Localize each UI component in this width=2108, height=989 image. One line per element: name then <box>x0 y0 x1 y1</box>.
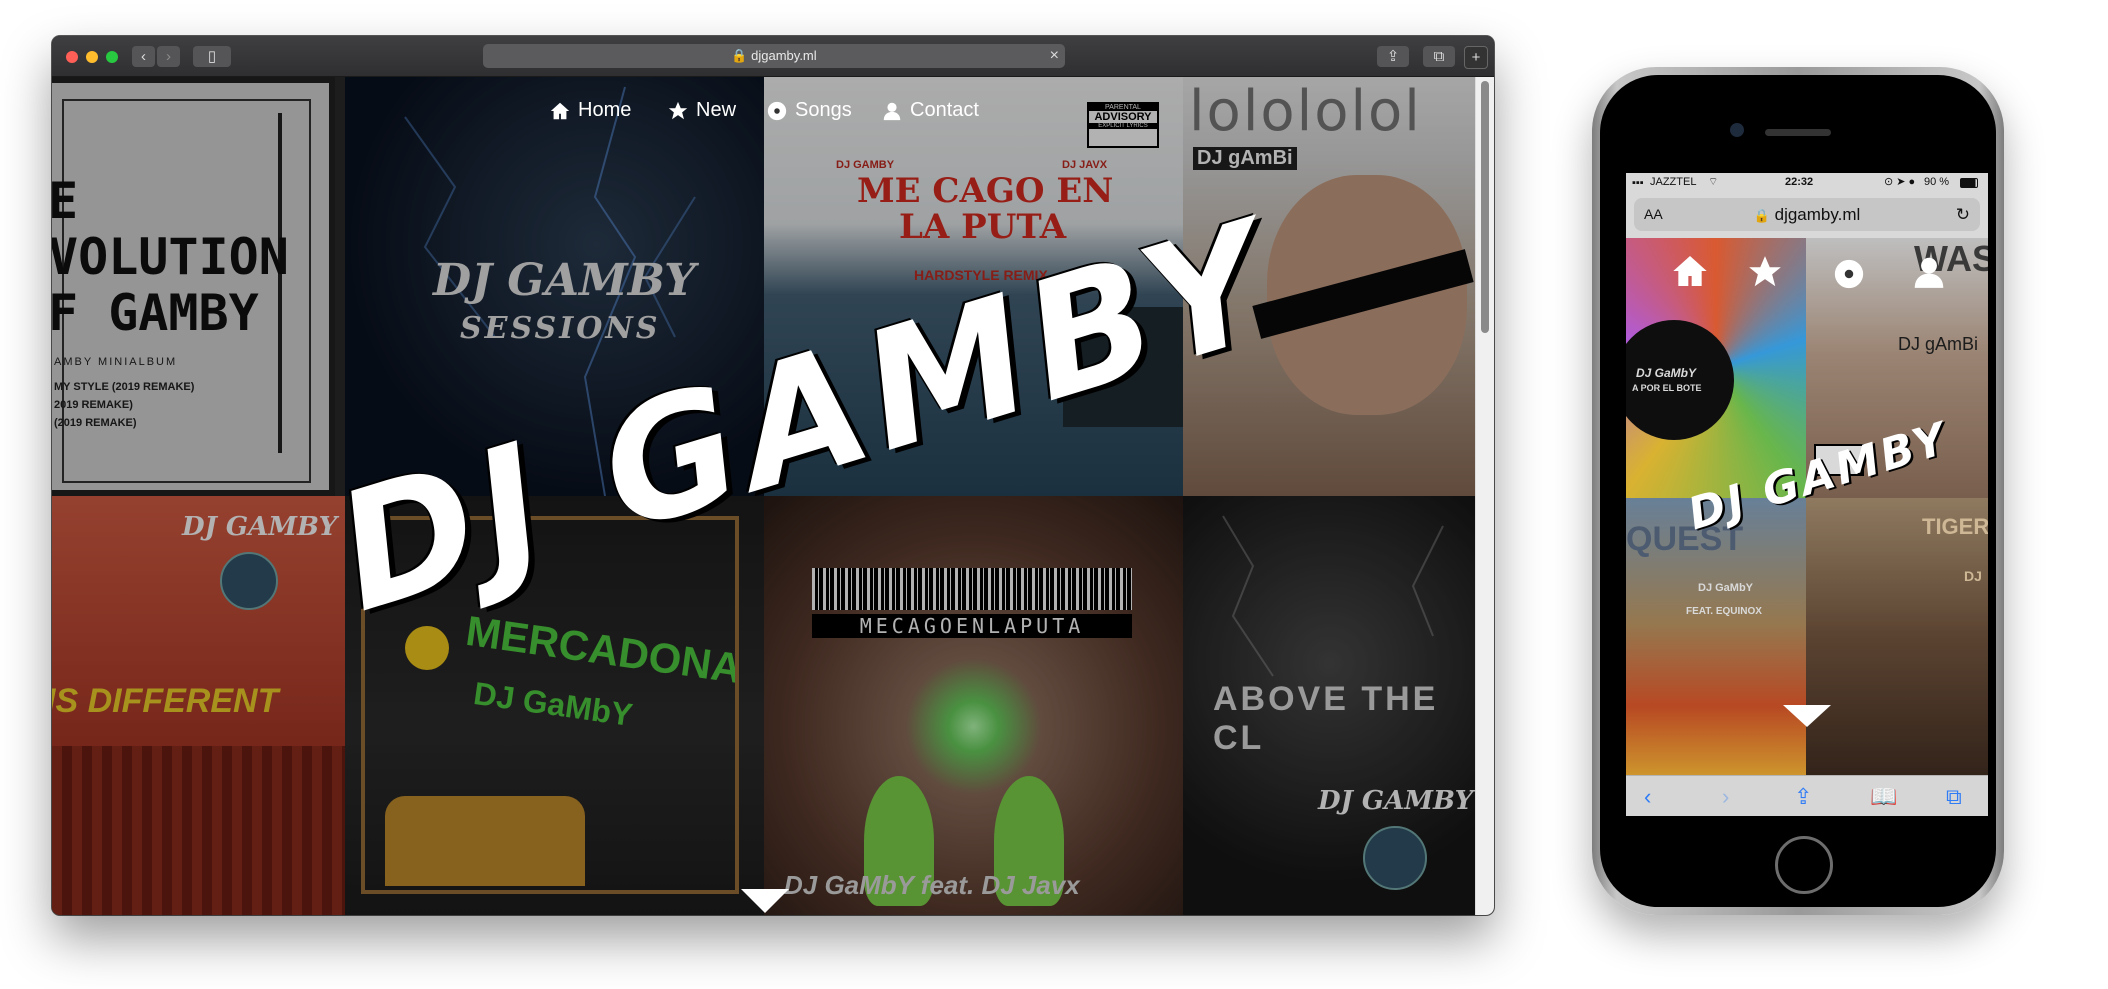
nav-label: Home <box>578 99 632 121</box>
disc-icon[interactable] <box>1832 257 1866 291</box>
cover-subtitle: A POR EL BOTE <box>1632 383 1702 393</box>
cover-evolution-of-gamby[interactable]: E VOLUTION F GAMBY AMBY MINIALBUM MY STY… <box>52 77 345 496</box>
sidebar-icon[interactable]: ▯ <box>193 46 231 67</box>
scroll-down-arrow[interactable] <box>741 889 789 913</box>
forward-icon[interactable]: › <box>157 46 180 67</box>
disc-icon <box>767 101 787 120</box>
zoom-window-button[interactable] <box>106 51 118 63</box>
cover-artist: DJ GAMBY <box>1318 786 1474 816</box>
tabs-icon[interactable]: ⧉ <box>1946 784 1962 810</box>
cover-line1: DJ GAMBY <box>433 255 696 306</box>
scroll-down-arrow[interactable] <box>1783 705 1831 727</box>
bookmarks-icon[interactable]: 📖 <box>1870 784 1897 810</box>
browser-titlebar: ‹ › ▯ 🔒 djgamby.ml × ⇪ ⧉ + <box>52 36 1494 77</box>
reload-icon[interactable]: ↻ <box>1956 198 1970 231</box>
nav-contact[interactable]: Contact <box>881 99 979 122</box>
cover-title: IS DIFFERENT <box>52 682 279 720</box>
forward-icon[interactable]: › <box>1722 784 1729 810</box>
scrollbar[interactable] <box>1475 77 1494 915</box>
status-bar: ▪▪▪ JAZZTEL ⌔ 22:32 ⊙ ➤ ● 90 % <box>1626 173 1988 193</box>
front-camera <box>1730 123 1744 137</box>
parental-advisory-badge: PARENTAL ADVISORY EXPLICIT LYRICS <box>1087 102 1159 148</box>
avatar <box>1363 826 1427 890</box>
cover-artist: DJ GAMBY <box>182 512 338 542</box>
close-window-button[interactable] <box>66 51 78 63</box>
time: 22:32 <box>1785 176 1814 188</box>
back-icon[interactable]: ‹ <box>1644 784 1651 810</box>
user-icon <box>883 102 901 120</box>
cover-title: ABOVE THE CL <box>1213 680 1439 757</box>
cover-artist-right: DJ JAVX <box>1062 159 1108 171</box>
home-icon[interactable] <box>1670 251 1710 291</box>
cover-title: TIGER <box>1922 514 1988 539</box>
wifi-icon: ⌔ <box>1708 176 1719 188</box>
stop-loading-icon[interactable]: × <box>1050 44 1059 68</box>
cover-label: DJ gAmBi <box>1193 147 1297 170</box>
cover-title-2: LA PUTA <box>899 207 1067 247</box>
desktop-browser-window: ‹ › ▯ 🔒 djgamby.ml × ⇪ ⧉ + E VOLUTION F … <box>52 36 1494 915</box>
share-icon[interactable]: ⇪ <box>1794 784 1812 810</box>
cover-label: DJ gAmBi <box>1898 334 1979 354</box>
url-field[interactable]: AA 🔒 djgamby.ml ↻ <box>1634 198 1980 231</box>
url-bar[interactable]: 🔒 djgamby.ml × <box>483 44 1065 68</box>
barcode-text: MECAGOENLAPUTA <box>812 614 1132 638</box>
new-tab-button[interactable]: + <box>1464 46 1488 69</box>
star-icon <box>668 101 688 119</box>
nav-label: Contact <box>910 99 979 121</box>
tabs-icon[interactable]: ⧉ <box>1423 46 1455 67</box>
nav-songs[interactable]: Songs <box>766 99 852 122</box>
mobile-url-bar[interactable]: AA 🔒 djgamby.ml ↻ <box>1626 193 1988 238</box>
battery-icon <box>1960 178 1978 188</box>
minimize-window-button[interactable] <box>86 51 98 63</box>
user-icon[interactable] <box>1910 253 1948 291</box>
track-3: (2019 REMAKE) <box>54 417 137 429</box>
carrier: JAZZTEL <box>1650 176 1697 188</box>
iphone-frame: ▪▪▪ JAZZTEL ⌔ 22:32 ⊙ ➤ ● 90 % AA 🔒 djga… <box>1592 67 2004 915</box>
mobile-toolbar: ‹ › ⇪ 📖 ⧉ <box>1626 775 1988 816</box>
cover-feat: FEAT. EQUINOX <box>1686 606 1762 617</box>
battery-text: 90 % <box>1924 176 1950 188</box>
cover-line2: SESSIONS <box>460 311 661 346</box>
cover-artist: DJ <box>1964 568 1982 584</box>
nav-label: Songs <box>795 99 852 121</box>
location-icon: ⊙ ➤ ● <box>1884 176 1916 188</box>
nav-label: New <box>696 99 737 121</box>
cover-artist: DJ GaMbY <box>1698 582 1754 594</box>
cover-artist-left: DJ GAMBY <box>836 159 895 171</box>
share-icon[interactable]: ⇪ <box>1377 46 1409 67</box>
cover-is-different[interactable]: DJ GAMBY IS DIFFERENT <box>52 496 345 915</box>
url-text: djgamby.ml <box>751 48 817 63</box>
cover-footer: DJ GaMbY feat. DJ Javx <box>784 870 1080 900</box>
cover-header: lolololol <box>1189 79 1422 144</box>
signal-icon: ▪▪▪ <box>1632 177 1644 189</box>
cover-title: E VOLUTION F GAMBY <box>52 172 289 342</box>
text-size-button[interactable]: AA <box>1644 198 1663 231</box>
lock-icon: 🔒 <box>1753 208 1770 223</box>
home-button[interactable] <box>1775 836 1833 894</box>
cover-mecagoenlaputa-barcode[interactable]: MECAGOENLAPUTA DJ GaMbY feat. DJ Javx <box>764 496 1183 915</box>
cover-subtitle: AMBY MINIALBUM <box>54 356 178 368</box>
cover-quest[interactable]: QUEST DJ GaMbY FEAT. EQUINOX <box>1626 498 1806 776</box>
speaker-grill <box>1765 129 1831 136</box>
track-2: 2019 REMAKE) <box>54 399 133 411</box>
star-icon[interactable] <box>1746 253 1784 291</box>
back-icon[interactable]: ‹ <box>132 46 155 67</box>
nav-home[interactable]: Home <box>549 99 631 122</box>
home-icon <box>550 102 570 119</box>
scroll-thumb[interactable] <box>1481 81 1489 333</box>
track-1: MY STYLE (2019 REMAKE) <box>54 381 195 393</box>
cover-tiger[interactable]: TIGER DJ <box>1806 498 1988 776</box>
avatar <box>220 552 278 610</box>
cover-above-the-clouds[interactable]: ABOVE THE CL DJ GAMBY <box>1183 496 1476 915</box>
phone-screen: ▪▪▪ JAZZTEL ⌔ 22:32 ⊙ ➤ ● 90 % AA 🔒 djga… <box>1626 173 1988 816</box>
nav-new[interactable]: New <box>667 99 736 122</box>
url-text: djgamby.ml <box>1774 205 1861 224</box>
lock-icon: 🔒 <box>731 48 748 63</box>
phone-bezel: ▪▪▪ JAZZTEL ⌔ 22:32 ⊙ ➤ ● 90 % AA 🔒 djga… <box>1600 75 1996 907</box>
cover-title-1: ME CAGO EN <box>857 171 1114 211</box>
cover-title: DJ GaMbY <box>1636 366 1697 380</box>
page-viewport: E VOLUTION F GAMBY AMBY MINIALBUM MY STY… <box>52 77 1476 915</box>
barcode <box>812 568 1132 610</box>
